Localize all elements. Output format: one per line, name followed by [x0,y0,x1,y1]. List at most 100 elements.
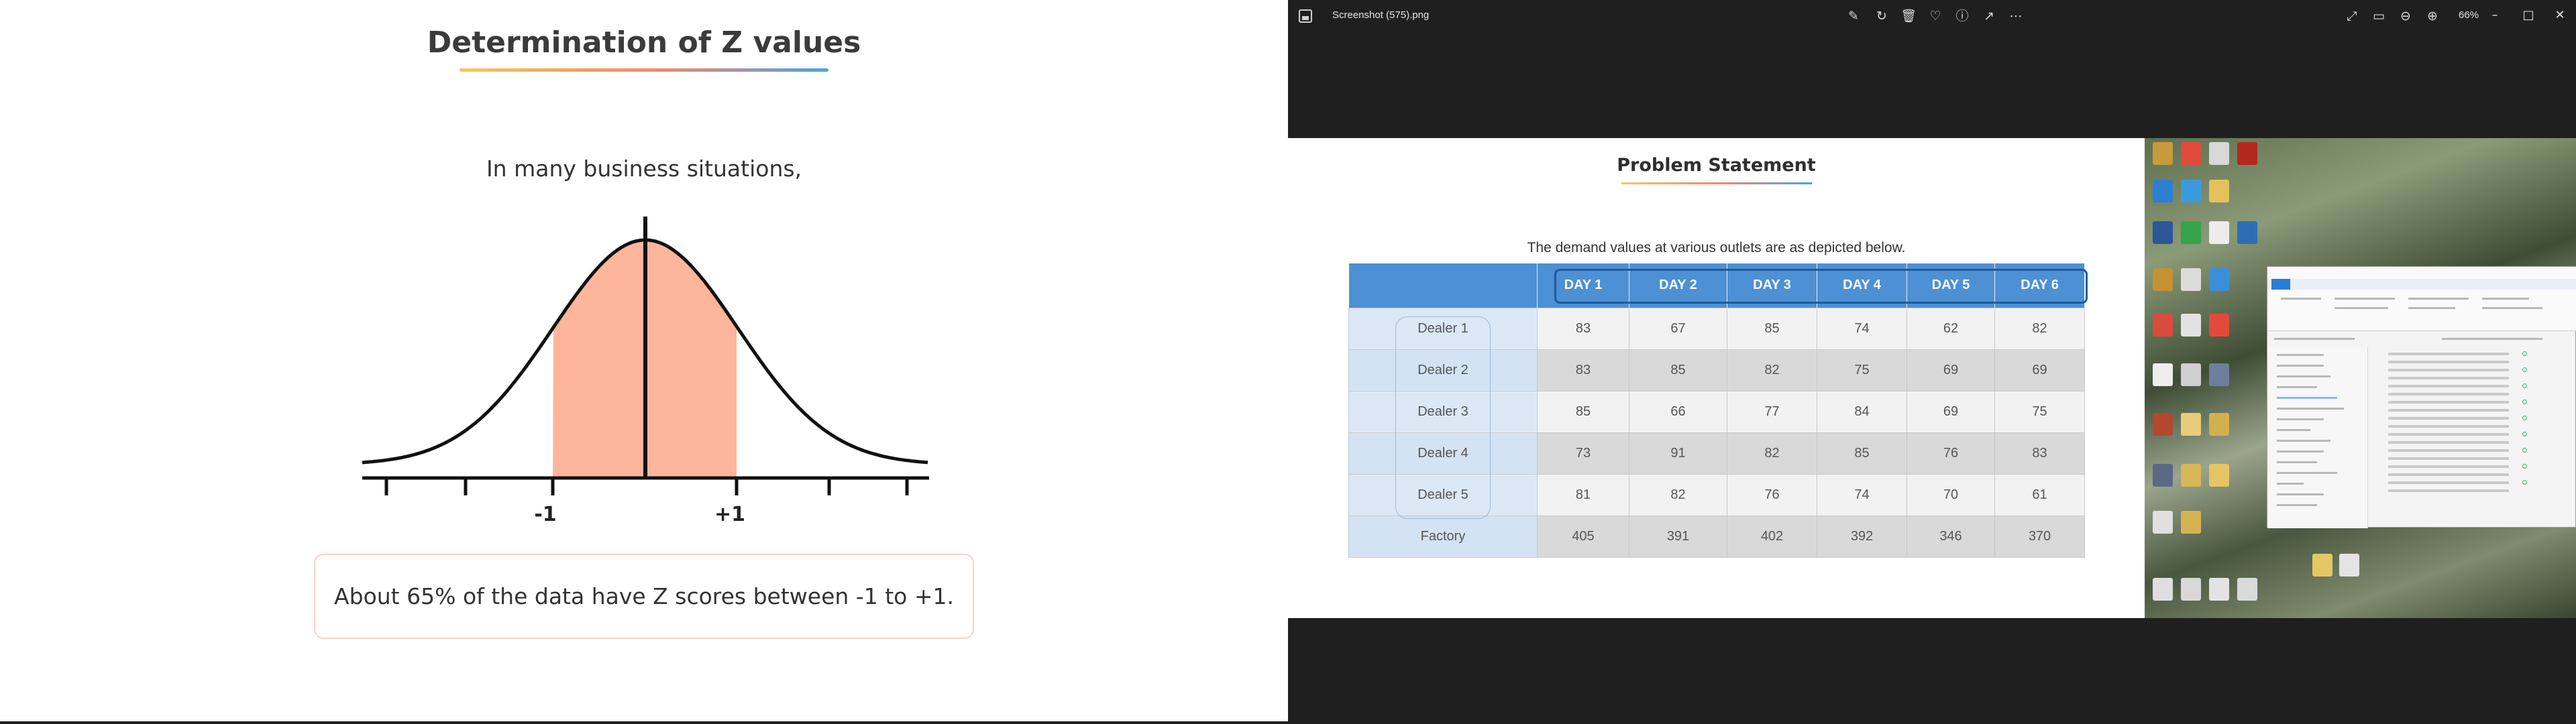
nav-line [2277,440,2330,442]
explorer-nav-pane [2267,347,2368,528]
file-row [2388,489,2509,492]
desktop-icon [2181,511,2201,534]
file-row [2388,433,2509,436]
table-cell: 69 [1994,349,2085,391]
desktop-icon [2153,180,2173,202]
delete-icon[interactable]: 🗑 [1900,7,1917,25]
desktop-icon [2153,221,2173,244]
sync-status-icon [2522,464,2527,469]
inner-slide: Problem Statement The demand values at v… [1288,138,2145,618]
nav-line [2277,354,2324,356]
file-row [2388,361,2509,363]
bell-curve-figure: -1 +1 [362,217,929,526]
share-icon[interactable]: ↗ [1980,7,1998,25]
table-cell: 74 [1817,307,1907,350]
minimize-button[interactable]: – [2481,4,2508,27]
zoom-level[interactable]: 66% [2459,9,2479,21]
header-day-6: DAY 6 [1994,263,2085,308]
nav-line [2277,365,2324,367]
table-cell: 76 [1907,432,1995,475]
sync-status-icon [2522,416,2527,420]
zoom-out-icon[interactable]: ⊖ [2397,7,2414,25]
zoom-in-icon[interactable]: ⊕ [2424,7,2441,25]
nav-line [2277,450,2324,452]
desktop-icon [2181,413,2201,436]
explorer-tabs [2267,279,2576,290]
ribbon-line [2334,307,2388,309]
nav-line [2277,375,2330,377]
file-row [2388,441,2509,444]
table-cell: 74 [1817,473,1907,516]
desktop-icon [2181,464,2201,487]
file-row [2388,425,2509,428]
desktop-icon [2209,464,2229,487]
sync-status-icon [2522,367,2527,372]
table-cell: 75 [1817,349,1907,391]
axis-ticks [384,478,909,495]
table-row: Dealer 3 85 66 77 84 69 75 [1348,390,2085,433]
ribbon-line [2482,307,2542,309]
table-cell: 346 [1907,515,1995,558]
row-label: Dealer 4 [1348,432,1538,475]
sync-status-icon [2522,351,2527,356]
edit-icon[interactable]: ✎ [1845,7,1862,25]
inner-slide-subtitle: The demand values at various outlets are… [1527,240,1906,255]
table-header-row: DAY 1 DAY 2 DAY 3 DAY 4 DAY 5 DAY 6 [1348,263,2085,308]
desktop-icon [2181,221,2201,244]
table-cell: 84 [1817,390,1907,433]
table-cell: 62 [1907,307,1995,350]
table-cell: 69 [1907,349,1995,391]
desktop-icon [2209,221,2229,244]
nav-line [2277,472,2337,474]
file-row [2388,377,2509,379]
table-cell: 75 [1994,390,2085,433]
row-label: Dealer 5 [1348,473,1538,516]
close-button[interactable]: ✕ [2546,4,2573,27]
table-cell: 83 [1537,307,1629,350]
header-day-5: DAY 5 [1907,263,1995,308]
desktop-icon [2209,578,2229,601]
desktop-icon [2153,464,2173,487]
file-row [2388,353,2509,355]
table-cell: 85 [1727,307,1817,350]
viewer-titlebar: Screenshot (575).png ✎ ↻ 🗑 ♡ ⓘ ↗ ⋯ ⤢ ▭ ⊖… [1288,0,2576,32]
table-cell: 83 [1537,349,1629,391]
table-cell: 392 [1817,515,1907,558]
fit-icon[interactable]: ▭ [2370,7,2387,25]
tick-label-minus-one: -1 [534,503,556,526]
table-cell: 82 [1727,349,1817,391]
sync-status-icon [2522,448,2527,452]
expand-icon[interactable]: ⤢ [2343,7,2361,25]
search-bar [2442,338,2542,340]
table-cell: 85 [1817,432,1907,475]
desktop-icon [2312,554,2332,577]
file-row [2388,465,2509,468]
desktop-icon [2339,554,2359,577]
nav-line [2277,418,2324,420]
table-cell: 70 [1907,473,1995,516]
table-cell: 391 [1629,515,1727,558]
callout-box: About 65% of the data have Z scores betw… [314,554,974,639]
file-row [2388,393,2509,396]
favorite-icon[interactable]: ♡ [1927,7,1944,25]
table-cell: 405 [1537,515,1629,558]
file-row [2388,457,2509,460]
desktop-icon [2153,268,2173,291]
file-row [2388,473,2509,476]
desktop-icon [2181,180,2201,202]
header-day-2: DAY 2 [1629,263,1727,308]
more-icon[interactable]: ⋯ [2007,7,2025,25]
header-day-1: DAY 1 [1537,263,1629,308]
file-row [2388,481,2509,484]
nav-line [2277,461,2317,463]
nav-line [2277,397,2337,399]
maximize-button[interactable]: □ [2515,4,2542,27]
sync-status-icon [2522,432,2527,436]
info-icon[interactable]: ⓘ [1953,7,1971,25]
nav-line [2277,429,2310,431]
desktop-icon [2181,363,2201,386]
inner-slide-title: Problem Statement [1617,155,1816,176]
file-row [2388,417,2509,420]
rotate-icon[interactable]: ↻ [1873,7,1890,25]
desktop-icon [2153,413,2173,436]
